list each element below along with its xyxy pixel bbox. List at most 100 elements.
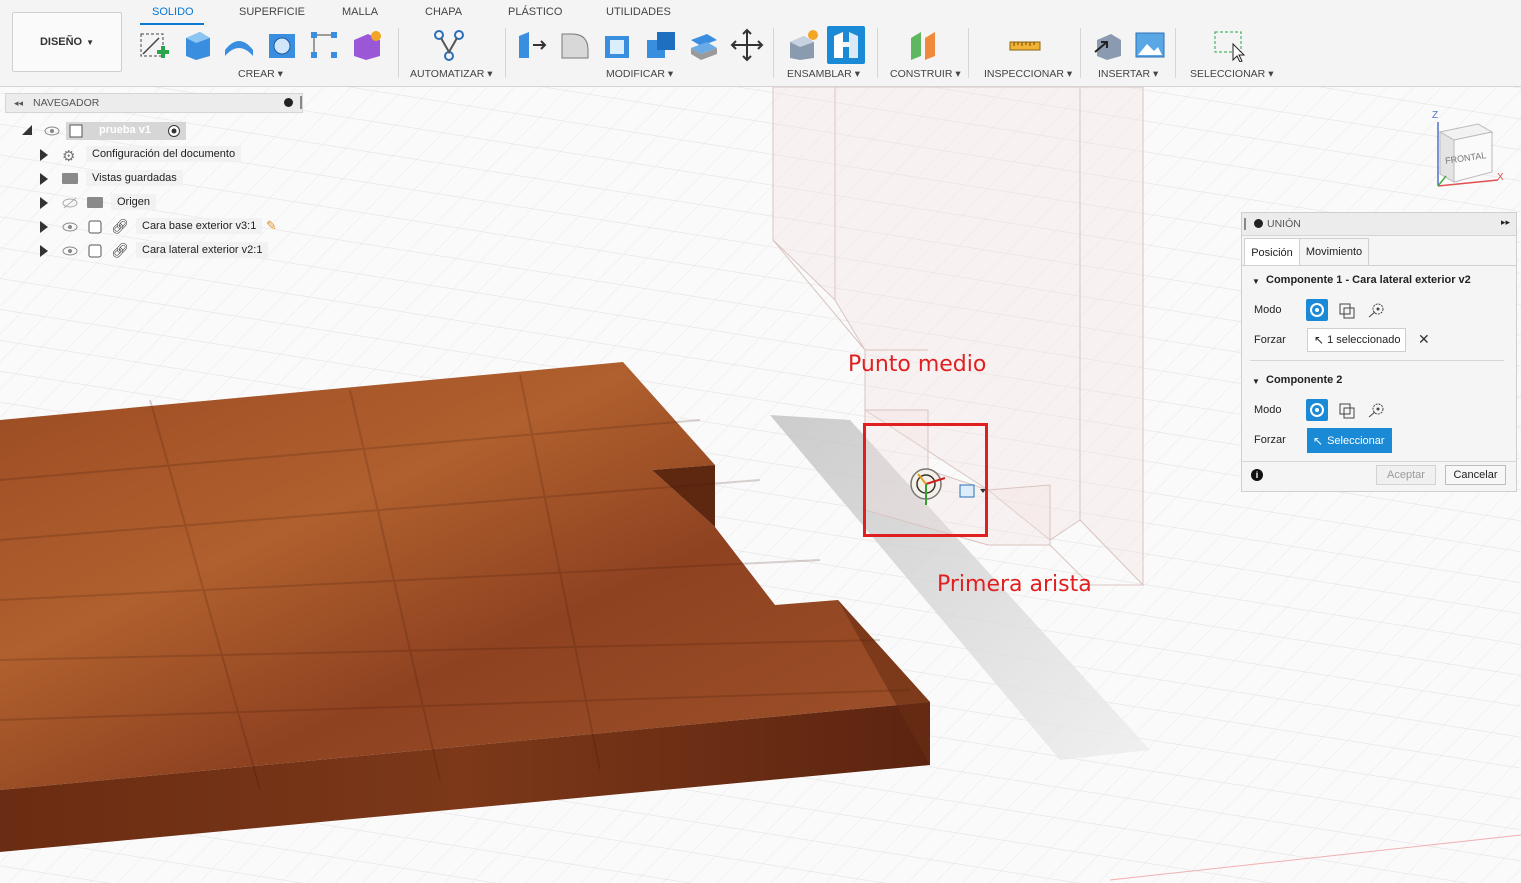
- toolbar: DISEÑO ▼ SOLIDO SUPERFICIE MALLA CHAPA P…: [0, 0, 1521, 87]
- group-crear[interactable]: CREAR ▾: [238, 68, 283, 80]
- mode-simple-icon: [1310, 303, 1324, 317]
- navigator-resize-handle[interactable]: [300, 96, 302, 109]
- axis-x-label: X: [1497, 172, 1504, 183]
- extrude-icon[interactable]: [180, 28, 214, 62]
- mode-simple-button[interactable]: [1306, 299, 1328, 321]
- mode-between-button[interactable]: [1336, 399, 1358, 421]
- hole-icon[interactable]: [265, 28, 299, 62]
- toolbar-separator: [398, 28, 399, 78]
- tab-utilidades[interactable]: UTILIDADES: [606, 6, 671, 18]
- joint-button[interactable]: [827, 26, 865, 64]
- toolbar-separator: [1080, 28, 1081, 78]
- measure-icon[interactable]: [1008, 28, 1042, 62]
- mode-center-button[interactable]: [1366, 399, 1388, 421]
- mode-simple-button[interactable]: [1306, 399, 1328, 421]
- collapse-left-icon[interactable]: ◂◂: [14, 98, 23, 109]
- activate-radio-icon[interactable]: [167, 124, 181, 138]
- expand-triangle-icon[interactable]: [40, 173, 48, 185]
- chevron-down-icon: ▼: [86, 37, 95, 47]
- toolbar-separator: [877, 28, 878, 78]
- group-insertar[interactable]: INSERTAR ▾: [1098, 68, 1158, 80]
- footer-divider: [1242, 461, 1516, 462]
- insert-derive-icon[interactable]: [1091, 28, 1125, 62]
- tab-malla[interactable]: MALLA: [342, 6, 378, 18]
- tab-superficie[interactable]: SUPERFICIE: [239, 6, 305, 18]
- expanded-triangle-icon[interactable]: [22, 125, 32, 135]
- tab-posicion[interactable]: Posición: [1244, 238, 1300, 266]
- annotation-punto-medio: Punto medio: [848, 352, 987, 377]
- folder-icon: [87, 197, 103, 208]
- union-dialog: UNIÓN ▸▸ Posición Movimiento ▼ Component…: [1241, 212, 1517, 492]
- accept-button[interactable]: Aceptar: [1376, 465, 1436, 485]
- move-icon[interactable]: [730, 28, 764, 62]
- navigator-minimize-icon[interactable]: [284, 98, 293, 107]
- mode-between-icon: [1339, 403, 1355, 419]
- collapse-triangle-icon[interactable]: ▼: [1252, 277, 1260, 286]
- revolve-icon[interactable]: [222, 28, 256, 62]
- fillet-icon[interactable]: [558, 28, 592, 62]
- tree-root-label: prueba v1: [99, 124, 151, 136]
- expand-triangle-icon[interactable]: [40, 149, 48, 161]
- construct-plane-icon[interactable]: [907, 28, 941, 62]
- tab-solido[interactable]: SOLIDO: [152, 6, 194, 18]
- create-sketch-icon[interactable]: [137, 28, 171, 62]
- component1-force-label: Forzar: [1254, 334, 1286, 346]
- mode-center-button[interactable]: [1366, 299, 1388, 321]
- select-box-icon[interactable]: [1212, 28, 1246, 62]
- form-icon[interactable]: [350, 28, 384, 62]
- offset-face-icon[interactable]: [687, 28, 721, 62]
- folder-icon: [62, 173, 78, 184]
- dialog-minimize-icon[interactable]: [1254, 219, 1263, 228]
- press-pull-icon[interactable]: [515, 28, 549, 62]
- eye-hidden-icon[interactable]: [62, 197, 78, 209]
- component1-selection-field[interactable]: ↖ 1 seleccionado: [1307, 328, 1406, 352]
- navigator-title: NAVEGADOR: [33, 97, 100, 109]
- dialog-title: UNIÓN: [1267, 218, 1301, 230]
- info-icon[interactable]: i: [1251, 469, 1263, 481]
- automate-icon[interactable]: [432, 28, 466, 62]
- tab-movimiento[interactable]: Movimiento: [1299, 238, 1369, 266]
- combine-icon[interactable]: [644, 28, 678, 62]
- tab-chapa[interactable]: CHAPA: [425, 6, 462, 18]
- section-divider: [1250, 360, 1504, 361]
- collapse-triangle-icon[interactable]: ▼: [1252, 377, 1260, 386]
- expand-triangle-icon[interactable]: [40, 245, 48, 257]
- axis-z-label: Z: [1432, 110, 1439, 121]
- group-inspeccionar[interactable]: INSPECCIONAR ▾: [984, 68, 1072, 80]
- group-modificar[interactable]: MODIFICAR ▾: [606, 68, 673, 80]
- new-component-icon[interactable]: [786, 28, 820, 62]
- workspace-label: DISEÑO: [39, 36, 83, 48]
- clear-selection-icon[interactable]: ✕: [1418, 331, 1430, 348]
- expand-right-icon[interactable]: ▸▸: [1501, 217, 1510, 228]
- toolbar-separator: [1175, 28, 1176, 78]
- view-cube[interactable]: FRONTAL Z X: [1424, 110, 1516, 190]
- eye-icon[interactable]: [44, 125, 60, 137]
- eye-icon[interactable]: [62, 245, 78, 257]
- tree-item-label: Origen: [111, 194, 157, 210]
- component-icon: [88, 220, 102, 234]
- group-ensamblar[interactable]: ENSAMBLAR ▾: [787, 68, 860, 80]
- dialog-grip-icon[interactable]: [1244, 218, 1246, 230]
- shell-icon[interactable]: [601, 28, 635, 62]
- eye-icon[interactable]: [62, 221, 78, 233]
- group-automatizar[interactable]: AUTOMATIZAR ▾: [410, 68, 492, 80]
- document-icon: [69, 124, 83, 138]
- mode-between-button[interactable]: [1336, 299, 1358, 321]
- tree-item-label: Configuración del documento: [86, 146, 242, 162]
- cursor-icon: ↖: [1313, 433, 1324, 448]
- browser-navigator: ◂◂ NAVEGADOR: [5, 93, 303, 113]
- link-icon: 🔗︎: [111, 218, 129, 234]
- tab-posicion-label: Posición: [1251, 246, 1293, 259]
- group-construir[interactable]: CONSTRUIR ▾: [890, 68, 961, 80]
- insert-image-icon[interactable]: [1133, 28, 1167, 62]
- component2-select-button[interactable]: ↖ Seleccionar: [1307, 428, 1392, 453]
- pattern-icon[interactable]: [307, 28, 341, 62]
- group-seleccionar[interactable]: SELECCIONAR ▾: [1190, 68, 1273, 80]
- tab-plastico[interactable]: PLÁSTICO: [508, 6, 562, 18]
- link-icon: 🔗︎: [111, 242, 129, 258]
- workspace-dropdown[interactable]: DISEÑO ▼: [12, 12, 122, 72]
- tree-item-label: Cara lateral exterior v2:1: [136, 242, 269, 258]
- expand-triangle-icon[interactable]: [40, 221, 48, 233]
- cancel-button[interactable]: Cancelar: [1445, 465, 1506, 485]
- expand-triangle-icon[interactable]: [40, 197, 48, 209]
